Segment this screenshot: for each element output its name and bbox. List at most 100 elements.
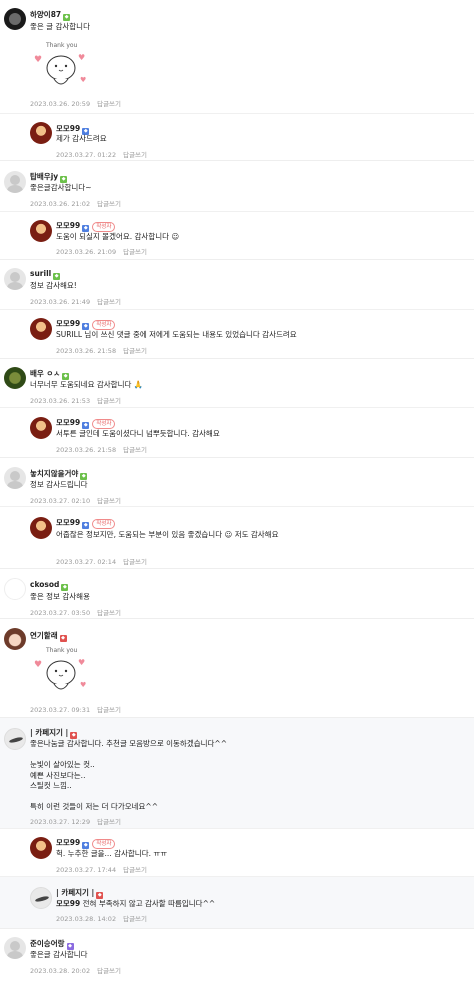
comment-meta: 2023.03.28. 14:02 답글쓰기	[56, 915, 148, 923]
author-name[interactable]: 하양이87 ◆	[30, 9, 71, 21]
thank-you-sticker: Thank you ♥ ♥ ♥	[34, 647, 86, 690]
comment-text: 도움이 되실지 몰겠어요. 감사합니다 ☺	[56, 232, 180, 241]
avatar[interactable]	[30, 318, 52, 340]
comment-meta: 2023.03.27. 12:29 답글쓰기	[30, 818, 122, 826]
comment-text: 너무너무 도움되네요 감사합니다 🙏	[30, 380, 144, 389]
avatar[interactable]	[30, 122, 52, 144]
svg-text:♥: ♥	[34, 55, 42, 65]
comment-item: 놓치지않을거야 ◆ 정보 감사드립니다 2023.03.27. 02:10 답글쓰기	[0, 457, 474, 507]
author-name[interactable]: 모모99 ◆ 작성자	[56, 318, 116, 330]
avatar[interactable]	[4, 728, 26, 750]
avatar[interactable]	[30, 220, 52, 242]
level-badge-icon: ◆	[53, 273, 61, 280]
comment-item: ckosod ◆ 좋은 정보 감사해용 2023.03.27. 03:50 답글쓰기	[0, 568, 474, 618]
reply-item: 모모99 ◆ 작성자 서투른 글인데 도움이셨다니 넘뿌듯합니다. 감사해요 202…	[0, 407, 474, 459]
comment-meta: 2023.03.28. 20:02 답글쓰기	[30, 967, 122, 975]
writer-badge: 작성자	[92, 320, 116, 330]
author-name[interactable]: 모모99 ◆ 작성자	[56, 837, 116, 849]
reply-item: | 카페지기 | ◆ 모모99 전혀 부족하지 않고 감사할 따름입니다^^ 20…	[0, 876, 474, 928]
reply-item: 모모99 ◆ 제가 감사드려요 2023.03.27. 01:22 답글쓰기	[0, 113, 474, 163]
reply-button[interactable]: 답글쓰기	[97, 609, 121, 617]
comment-text: 좋은나눔글 감사합니다. 추천글 모음방으로 이동하겠습니다^^ 눈빛이 살아있…	[30, 739, 227, 811]
author-name[interactable]: 연기할래 ◆	[30, 630, 67, 642]
level-badge-icon: ◆	[80, 473, 88, 480]
svg-text:♥: ♥	[34, 660, 42, 670]
mention-link[interactable]: 모모99	[56, 899, 80, 908]
level-badge-icon: ◆	[82, 422, 90, 429]
avatar[interactable]	[4, 171, 26, 193]
reply-button[interactable]: 답글쓰기	[123, 446, 147, 454]
reply-button[interactable]: 답글쓰기	[97, 200, 121, 208]
reply-button[interactable]: 답글쓰기	[97, 967, 121, 975]
author-name[interactable]: ckosod ◆	[30, 580, 69, 591]
reply-button[interactable]: 답글쓰기	[123, 151, 147, 159]
level-badge-icon: ◆	[61, 584, 69, 591]
avatar[interactable]	[4, 268, 26, 290]
svg-text:Thank you: Thank you	[45, 647, 78, 654]
reply-button[interactable]: 답글쓰기	[97, 706, 121, 714]
avatar[interactable]	[30, 517, 52, 539]
reply-button[interactable]: 답글쓰기	[123, 866, 147, 874]
comment-item: 연기할래 ◆ Thank you ♥ ♥ ♥ 2023.03.27. 09:31 답…	[0, 618, 474, 718]
comment-text: 헉. 누추한 글을... 감사합니다. ㅠㅠ	[56, 849, 168, 858]
comment-meta: 2023.03.26. 21:09 답글쓰기	[56, 248, 148, 256]
writer-badge: 작성자	[92, 419, 116, 429]
reply-button[interactable]: 답글쓰기	[97, 298, 121, 306]
manager-badge-icon: ◆	[96, 892, 104, 899]
level-badge-icon: ◆	[59, 635, 67, 642]
reply-button[interactable]: 답글쓰기	[97, 100, 121, 108]
level-badge-icon: ◆	[82, 522, 90, 529]
level-badge-icon: ◆	[62, 373, 70, 380]
reply-item: 모모99 ◆ 작성자 SURILL 님이 쓰신 댓글 중에 저에게 도움되는 내용도…	[0, 309, 474, 359]
comment-meta: 2023.03.26. 21:58 답글쓰기	[56, 446, 148, 454]
author-name[interactable]: 준이승어랑 ◆	[30, 938, 74, 950]
avatar[interactable]	[30, 887, 52, 909]
avatar[interactable]	[4, 8, 26, 30]
author-name[interactable]: 배우 ㅇㅅ ◆	[30, 368, 70, 380]
reply-button[interactable]: 답글쓰기	[123, 248, 147, 256]
svg-text:Thank you: Thank you	[45, 42, 78, 49]
comment-meta: 2023.03.26. 21:49 답글쓰기	[30, 298, 122, 306]
comment-text: SURILL 님이 쓰신 댓글 중에 저에게 도움되는 내용도 있었습니다 감사…	[56, 330, 297, 339]
svg-text:♥: ♥	[78, 658, 85, 667]
comment-meta: 2023.03.27. 02:14 답글쓰기	[56, 558, 148, 566]
reply-button[interactable]: 답글쓰기	[123, 347, 147, 355]
author-name[interactable]: | 카페지기 | ◆	[56, 887, 104, 899]
author-name[interactable]: 모모99 ◆ 작성자	[56, 417, 116, 429]
author-name[interactable]: 탑배우jy ◆	[30, 171, 68, 183]
avatar[interactable]	[4, 367, 26, 389]
comment-text: 정보 감사드립니다	[30, 480, 88, 489]
svg-text:♥: ♥	[78, 53, 85, 62]
reply-button[interactable]: 답글쓰기	[123, 915, 147, 923]
author-name[interactable]: 모모99 ◆ 작성자	[56, 517, 116, 529]
avatar[interactable]	[30, 837, 52, 859]
writer-badge: 작성자	[92, 519, 116, 529]
reply-button[interactable]: 답글쓰기	[97, 397, 121, 405]
comment-item: 배우 ㅇㅅ ◆ 너무너무 도움되네요 감사합니다 🙏 2023.03.26. 21…	[0, 358, 474, 408]
avatar[interactable]	[4, 578, 26, 600]
reply-button[interactable]: 답글쓰기	[97, 818, 121, 826]
comment-meta: 2023.03.27. 17:44 답글쓰기	[56, 866, 148, 874]
avatar[interactable]	[30, 417, 52, 439]
comment-meta: 2023.03.27. 03:50 답글쓰기	[30, 609, 122, 617]
author-name[interactable]: surill ◆	[30, 269, 61, 280]
comment-meta: 2023.03.27. 01:22 답글쓰기	[56, 151, 148, 159]
level-badge-icon: ◆	[82, 323, 90, 330]
avatar[interactable]	[4, 628, 26, 650]
reply-button[interactable]: 답글쓰기	[97, 497, 121, 505]
reply-button[interactable]: 답글쓰기	[123, 558, 147, 566]
comment-meta: 2023.03.26. 21:58 답글쓰기	[56, 347, 148, 355]
level-badge-icon: ◆	[63, 14, 71, 21]
author-name[interactable]: 모모99 ◆ 작성자	[56, 220, 116, 232]
avatar[interactable]	[4, 937, 26, 959]
comment-meta: 2023.03.26. 21:53 답글쓰기	[30, 397, 122, 405]
author-name[interactable]: 놓치지않을거야 ◆	[30, 468, 88, 480]
avatar[interactable]	[4, 467, 26, 489]
comment-text: 정보 감사해요!	[30, 281, 77, 290]
comment-text: 좋은 글 감사합니다	[30, 22, 90, 31]
level-badge-icon: ◆	[60, 176, 68, 183]
author-name[interactable]: | 카페지기 | ◆	[30, 727, 78, 739]
comment-meta: 2023.03.27. 09:31 답글쓰기	[30, 706, 122, 714]
level-badge-icon: ◆	[82, 225, 90, 232]
reply-item: 모모99 ◆ 작성자 헉. 누추한 글을... 감사합니다. ㅠㅠ 2023.03.…	[0, 828, 474, 878]
